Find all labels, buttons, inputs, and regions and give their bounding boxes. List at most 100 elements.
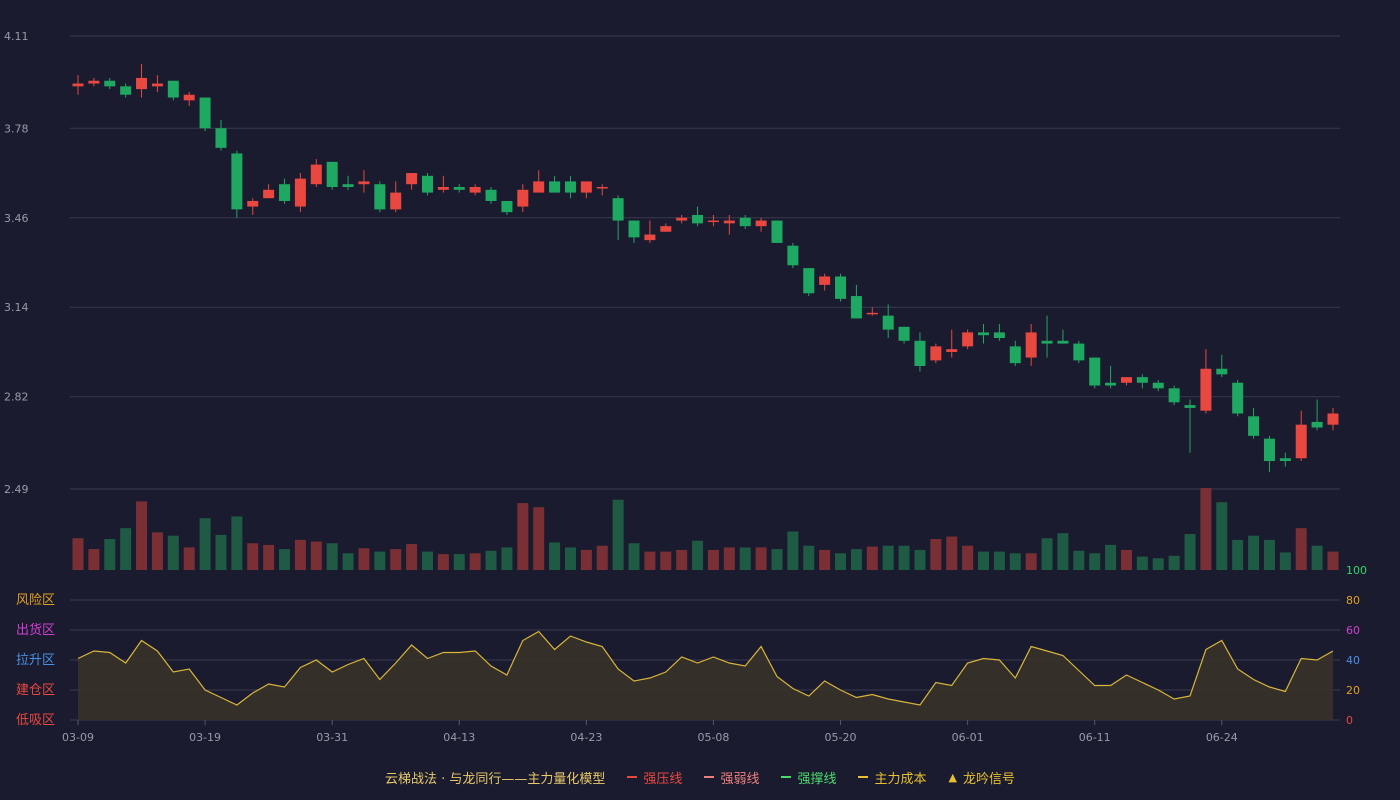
volume-bar (898, 545, 910, 570)
candle-body (612, 198, 624, 221)
legend-title: 云梯战法 · 与龙同行——主力量化模型 (385, 771, 606, 787)
volume-bar (136, 501, 148, 570)
volume-bar (946, 536, 958, 570)
candle-body (263, 189, 275, 199)
legend-swatch-strong-support (781, 776, 792, 778)
volume-bar (644, 551, 656, 570)
candle-body (501, 200, 513, 213)
candle-body (231, 153, 243, 210)
volume-bar (676, 549, 688, 570)
candle-body (485, 189, 497, 201)
zone-label: 风险区 (16, 593, 55, 608)
candle-body (1295, 424, 1307, 459)
price-tick-label: 2.49 (4, 483, 29, 496)
candle-body (739, 217, 751, 227)
volume-bar (167, 535, 179, 570)
volume-bar (1216, 502, 1228, 570)
candle-body (596, 187, 608, 189)
volume-bar (803, 545, 815, 570)
volume-bar (437, 554, 449, 570)
candle (390, 181, 402, 213)
stock-chart: 4.11 3.78 3.46 3.14 2.82 2.49 风险区出货区拉升区建仓区低吸区… (4, 30, 1367, 744)
candle-body (564, 181, 576, 193)
candle-body (1120, 377, 1132, 383)
volume-bars (72, 488, 1339, 570)
candle-body (88, 80, 100, 84)
candle-body (1152, 382, 1164, 389)
candle (1216, 354, 1228, 378)
candle (533, 170, 545, 193)
volume-bar (1311, 545, 1323, 570)
indicator-axis: 100 80 60 40 20 0 (1346, 564, 1367, 727)
volume-bar (755, 547, 767, 570)
legend-swatch-strength-line (704, 776, 715, 778)
volume-bar (358, 548, 370, 570)
legend-item-dragon-signal: ▲ 龙吟信号 (948, 768, 1014, 787)
candle (342, 175, 354, 190)
volume-bar (1232, 539, 1244, 570)
candle-body (421, 175, 433, 193)
candle-body (1041, 340, 1053, 344)
candle (279, 178, 291, 204)
legend-label: 强压线 (643, 771, 683, 787)
date-tick-label: 03-19 (189, 731, 221, 744)
volume-bar (866, 546, 878, 570)
candle (1152, 379, 1164, 392)
candle-body (326, 161, 338, 187)
volume-bar (628, 543, 640, 570)
volume-bar (1168, 555, 1180, 570)
candle-body (390, 192, 402, 210)
volume-bar (993, 551, 1005, 570)
volume-bar (406, 544, 418, 570)
zone-label: 低吸区 (16, 713, 55, 728)
candle (914, 332, 926, 372)
candle-body (930, 346, 942, 361)
candle-body (310, 164, 322, 185)
legend-item-strong-support: 强撑线 (781, 768, 836, 787)
candle-body (72, 83, 84, 87)
candle-body (294, 178, 306, 207)
candle (294, 173, 306, 213)
candle (596, 184, 608, 196)
candle-body (1184, 405, 1196, 408)
candle-body (247, 200, 259, 207)
candle-body (136, 77, 148, 90)
candle (1232, 379, 1244, 417)
candle-body (1279, 458, 1291, 462)
candle-body (644, 234, 656, 241)
candle-body (199, 97, 211, 129)
candle-body (1263, 438, 1275, 462)
date-tick-label: 06-11 (1079, 731, 1111, 744)
candle-body (707, 220, 719, 223)
volume-bar (1025, 553, 1037, 570)
candle-body (358, 181, 370, 185)
candle (469, 184, 481, 196)
candle (151, 75, 163, 92)
volume-bar (374, 551, 386, 570)
volume-bar (199, 518, 211, 570)
candle (739, 214, 751, 229)
candle-body (803, 268, 815, 294)
volume-bar (771, 549, 783, 570)
volume-bar (850, 549, 862, 570)
candle (644, 220, 656, 243)
candle-body (771, 220, 783, 243)
candle (406, 173, 418, 190)
candle-body (1311, 421, 1323, 428)
volume-bar (580, 549, 592, 570)
candle (310, 159, 322, 187)
indicator-tick-label: 20 (1346, 684, 1360, 697)
volume-bar (501, 547, 513, 570)
volume-bar (1041, 538, 1053, 570)
candle (660, 223, 672, 232)
candle-body (1009, 346, 1021, 364)
candle-body (850, 296, 862, 319)
candle-body (993, 332, 1005, 338)
volume-bar (517, 503, 529, 570)
candle (215, 119, 227, 151)
candle (263, 184, 275, 199)
volume-bar (914, 549, 926, 570)
candle (930, 343, 942, 364)
volume-bar (1009, 553, 1021, 570)
candle-body (1089, 357, 1101, 386)
